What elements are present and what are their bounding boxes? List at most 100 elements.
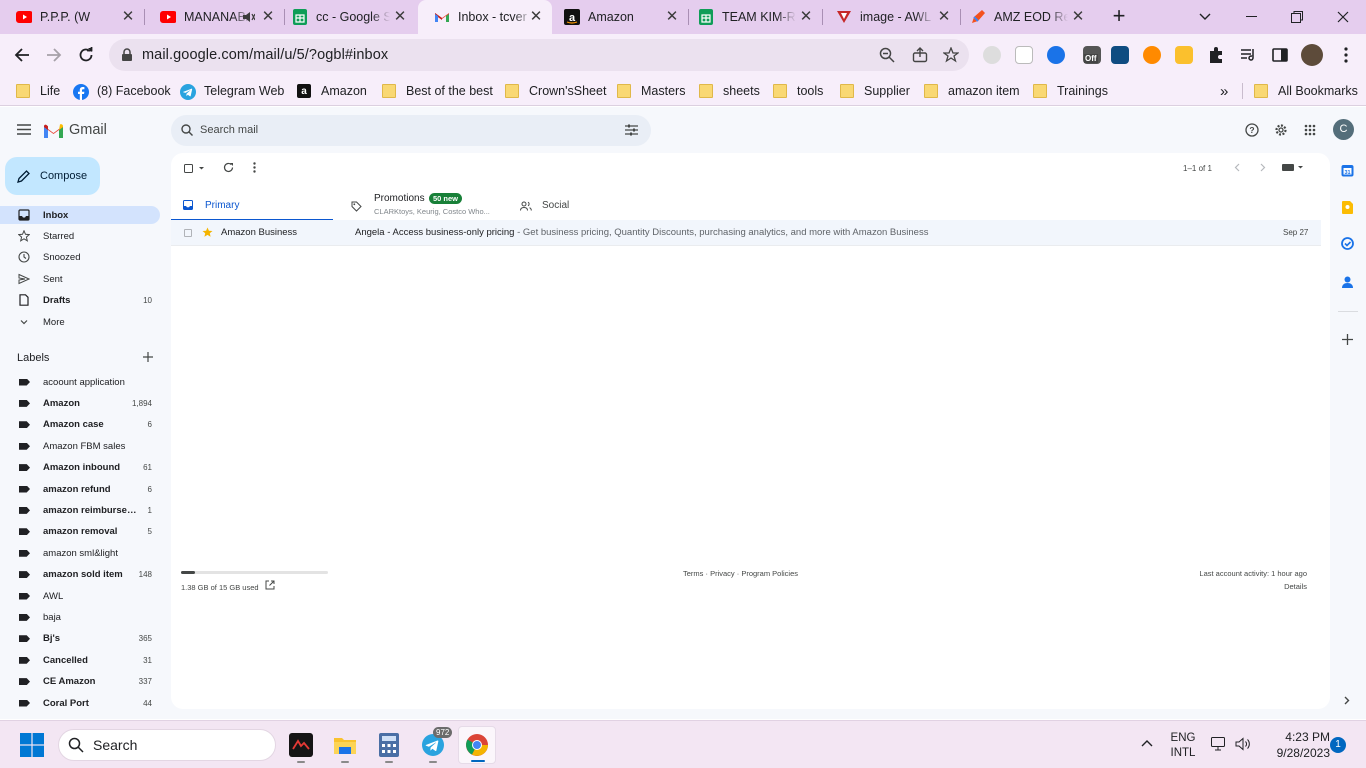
label-item[interactable]: Cancelled 31 — [0, 651, 160, 669]
browser-tab[interactable]: P.P.P. (W ✕ — [0, 0, 144, 34]
tab-primary[interactable]: Primary — [171, 187, 333, 221]
add-addon-icon[interactable] — [1342, 334, 1353, 345]
browser-tab[interactable]: a Amazon ✕ — [548, 0, 688, 34]
account-avatar[interactable]: C — [1333, 119, 1354, 140]
back-button[interactable] — [10, 43, 34, 67]
star-icon[interactable] — [202, 227, 213, 238]
tab-social[interactable]: Social — [511, 187, 673, 221]
close-tab-icon[interactable]: ✕ — [528, 9, 544, 25]
expand-panel-icon[interactable] — [1344, 696, 1350, 705]
nav-starred[interactable]: Starred — [0, 227, 160, 245]
label-item[interactable]: amazon reimburse… 1 — [0, 501, 160, 519]
share-icon[interactable] — [912, 47, 928, 63]
bookmark-folder[interactable]: amazon item — [924, 82, 1020, 100]
extension-icon[interactable] — [1015, 46, 1033, 64]
email-row[interactable]: Amazon Business Angela - Access business… — [171, 220, 1321, 246]
more-actions-icon[interactable] — [253, 162, 256, 173]
show-hidden-icons-chevron[interactable] — [1141, 739, 1153, 747]
bookmark-folder[interactable]: Masters — [617, 82, 685, 100]
browser-tab[interactable]: cc - Google S ✕ — [276, 0, 416, 34]
close-tab-icon[interactable]: ✕ — [260, 9, 276, 25]
create-label-icon[interactable] — [142, 351, 154, 363]
side-panel-icon[interactable] — [1271, 46, 1289, 64]
label-item[interactable]: baja — [0, 608, 160, 626]
site-info-icon[interactable] — [121, 48, 133, 62]
main-menu-icon[interactable] — [17, 124, 31, 135]
bookmark-folder[interactable]: Crown'sSheet — [505, 82, 606, 100]
extension-icon[interactable] — [1175, 46, 1193, 64]
bookmark-link[interactable]: Telegram Web — [180, 82, 284, 100]
profile-avatar[interactable] — [1301, 44, 1323, 66]
bookmark-link[interactable]: (8) Facebook — [73, 82, 171, 100]
tab-search-chevron-icon[interactable] — [1182, 0, 1228, 34]
nav-inbox[interactable]: Inbox — [0, 206, 160, 224]
bookmarks-overflow-icon[interactable]: » — [1220, 82, 1228, 100]
restore-button[interactable] — [1274, 0, 1320, 34]
settings-gear-icon[interactable] — [1274, 123, 1288, 137]
minimize-button[interactable] — [1228, 0, 1274, 34]
bookmark-folder[interactable]: Best of the best — [382, 82, 493, 100]
taskbar-search-box[interactable]: Search — [58, 729, 276, 761]
bookmark-folder[interactable]: tools — [773, 82, 823, 100]
new-tab-button[interactable]: + — [1108, 5, 1130, 28]
previous-page-icon[interactable] — [1234, 163, 1240, 172]
browser-tab[interactable]: TEAM KIM-R ✕ — [682, 0, 822, 34]
network-icon[interactable] — [1211, 737, 1227, 751]
close-tab-icon[interactable]: ✕ — [120, 9, 136, 25]
row-checkbox[interactable] — [184, 229, 192, 237]
bookmark-folder[interactable]: Trainings — [1033, 82, 1108, 100]
label-item[interactable]: Bj's 365 — [0, 630, 160, 648]
select-all-checkbox[interactable] — [184, 164, 204, 174]
telegram-icon[interactable]: 972 — [414, 726, 453, 764]
all-bookmarks-button[interactable]: All Bookmarks — [1254, 82, 1358, 100]
extension-icon[interactable] — [1111, 46, 1129, 64]
keep-icon[interactable] — [1342, 201, 1353, 214]
browser-tab-active[interactable]: Inbox - tcver ✕ — [418, 0, 552, 34]
bookmark-star-icon[interactable] — [943, 47, 959, 63]
close-tab-icon[interactable]: ✕ — [392, 9, 408, 25]
nav-sent[interactable]: Sent — [0, 270, 160, 288]
search-bar[interactable]: Search mail — [171, 115, 651, 146]
bookmark-folder[interactable]: sheets — [699, 82, 760, 100]
details-link[interactable]: Details — [1284, 582, 1307, 591]
compose-button[interactable]: Compose — [5, 157, 100, 195]
nav-more[interactable]: More — [0, 313, 160, 331]
search-icon[interactable] — [181, 124, 193, 136]
label-item[interactable]: Coral Port 44 — [0, 694, 160, 712]
tab-promotions[interactable]: Promotions 50 new CLARKtoys, Keurig, Cos… — [341, 187, 503, 221]
label-item[interactable]: amazon removal 5 — [0, 523, 160, 541]
refresh-icon[interactable] — [223, 162, 234, 173]
search-options-icon[interactable] — [625, 124, 638, 136]
browser-tab[interactable]: MANANABA ✕ — [144, 0, 284, 34]
file-explorer-icon[interactable] — [326, 726, 364, 764]
input-tools-icon[interactable] — [1282, 163, 1304, 172]
bookmark-folder[interactable]: Supplier — [840, 82, 910, 100]
bookmark-link[interactable]: a Amazon — [297, 82, 367, 100]
label-item[interactable]: amazon sml&light — [0, 544, 160, 562]
extension-icon[interactable] — [983, 46, 1001, 64]
open-storage-icon[interactable] — [265, 580, 275, 590]
browser-tab[interactable]: image - AWL ✕ — [820, 0, 960, 34]
chrome-taskbar-icon[interactable] — [458, 726, 496, 764]
tasks-icon[interactable] — [1341, 237, 1354, 250]
volume-icon[interactable] — [1235, 737, 1251, 751]
close-tab-icon[interactable]: ✕ — [936, 9, 952, 25]
speaker-icon[interactable] — [241, 10, 255, 24]
label-item[interactable]: CE Amazon 337 — [0, 673, 160, 691]
gmail-logo-icon[interactable] — [43, 123, 64, 139]
extension-icon[interactable]: Off — [1083, 46, 1101, 64]
extensions-puzzle-icon[interactable] — [1207, 46, 1225, 64]
reload-button[interactable] — [74, 43, 98, 67]
close-tab-icon[interactable]: ✕ — [1070, 9, 1086, 25]
footer-links[interactable]: Terms · Privacy · Program Policies — [683, 569, 798, 578]
close-tab-icon[interactable]: ✕ — [798, 9, 814, 25]
label-item[interactable]: amazon sold item 148 — [0, 566, 160, 584]
contacts-icon[interactable] — [1342, 276, 1353, 288]
close-window-button[interactable] — [1320, 0, 1366, 34]
search-input[interactable]: Search mail — [200, 124, 258, 136]
bookmark-folder[interactable]: Life — [16, 82, 60, 100]
label-item[interactable]: acoount application — [0, 373, 160, 391]
label-item[interactable]: Amazon inbound 61 — [0, 459, 160, 477]
google-apps-icon[interactable] — [1304, 124, 1316, 136]
close-tab-icon[interactable]: ✕ — [664, 9, 680, 25]
